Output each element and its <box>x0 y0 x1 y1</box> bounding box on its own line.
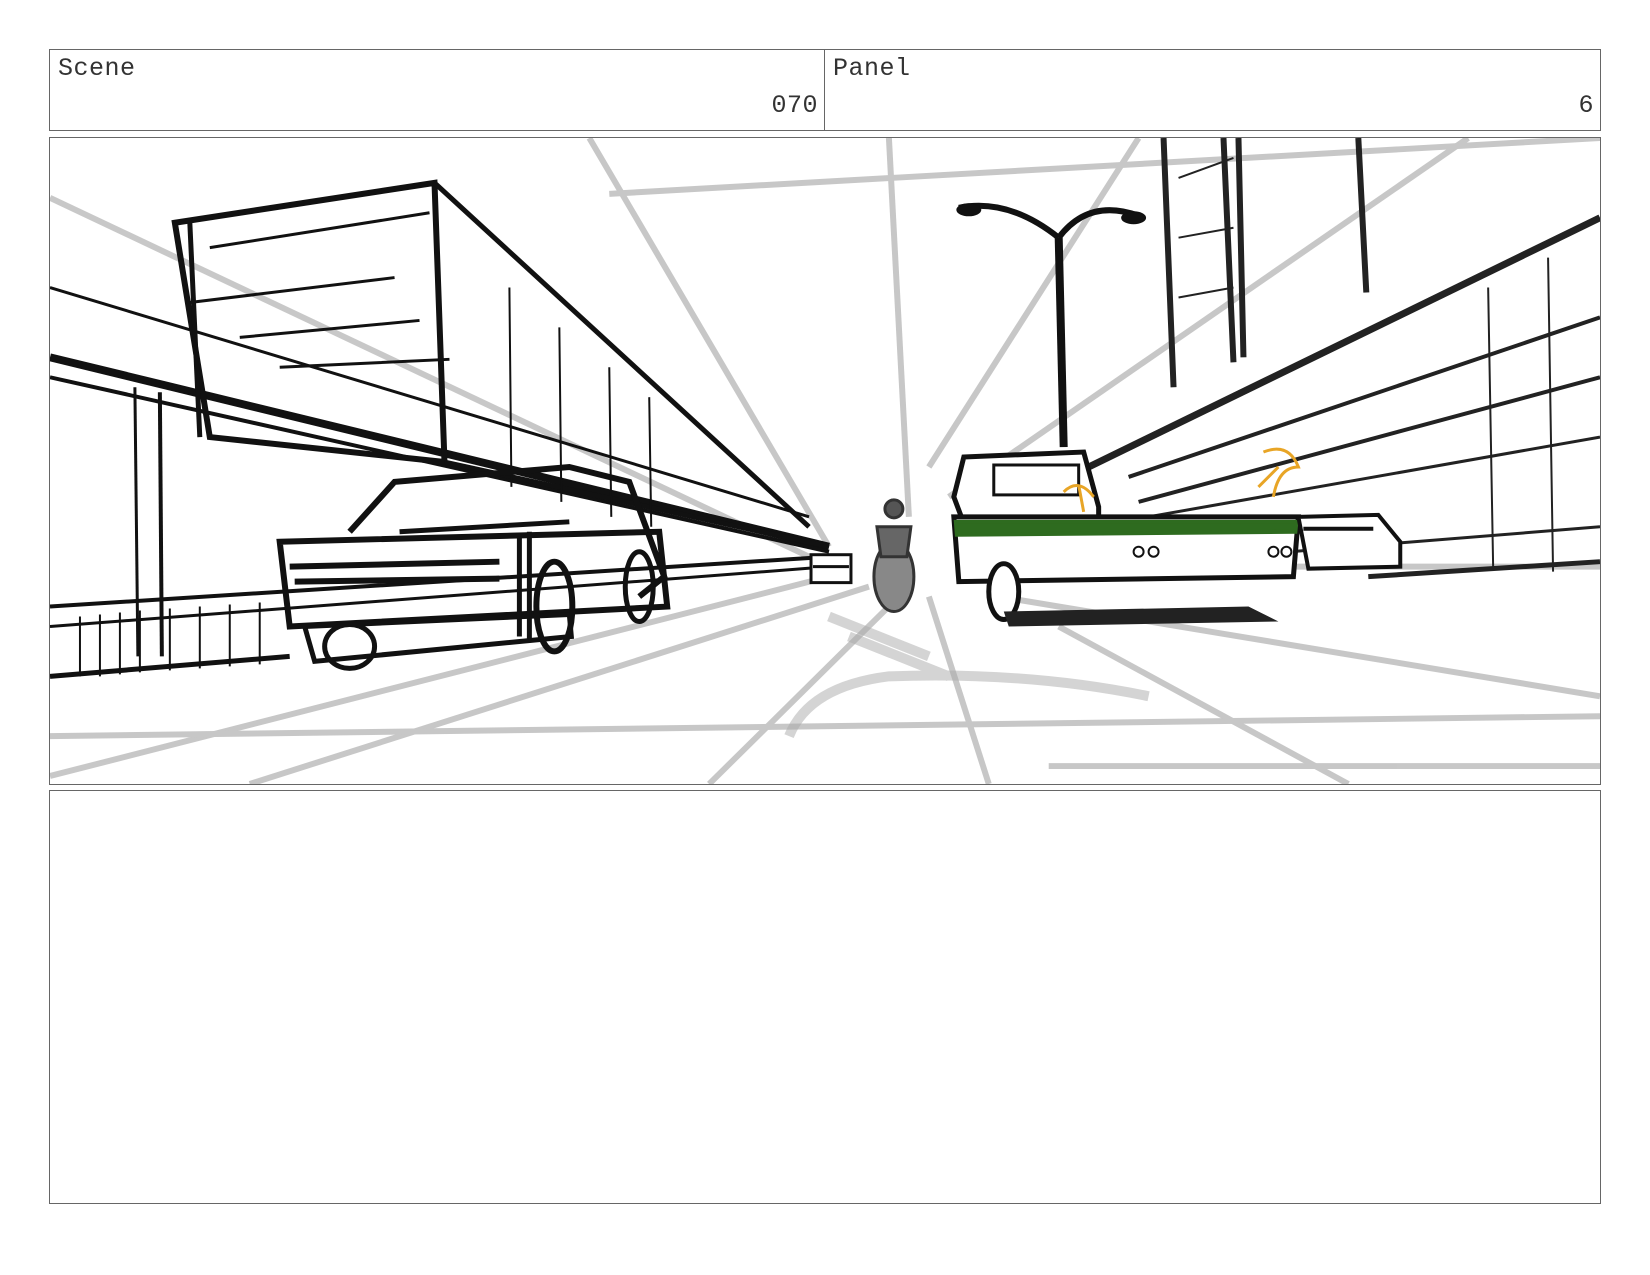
panel-label: Panel <box>833 54 911 83</box>
truck <box>951 449 1302 627</box>
scene-number: 070 <box>771 91 818 120</box>
panel-header-cell: Panel 6 <box>825 49 1601 131</box>
street-lamp <box>956 202 1147 448</box>
notes-box[interactable] <box>49 790 1601 1204</box>
sketch-illustration <box>50 138 1600 784</box>
far-car <box>809 553 853 585</box>
storyboard-frame <box>49 137 1601 785</box>
panel-number: 6 <box>1578 91 1594 120</box>
right-buildings <box>1087 138 1600 580</box>
scene-header-cell: Scene 070 <box>49 49 825 131</box>
right-car <box>1295 512 1403 571</box>
scene-label: Scene <box>58 54 136 83</box>
